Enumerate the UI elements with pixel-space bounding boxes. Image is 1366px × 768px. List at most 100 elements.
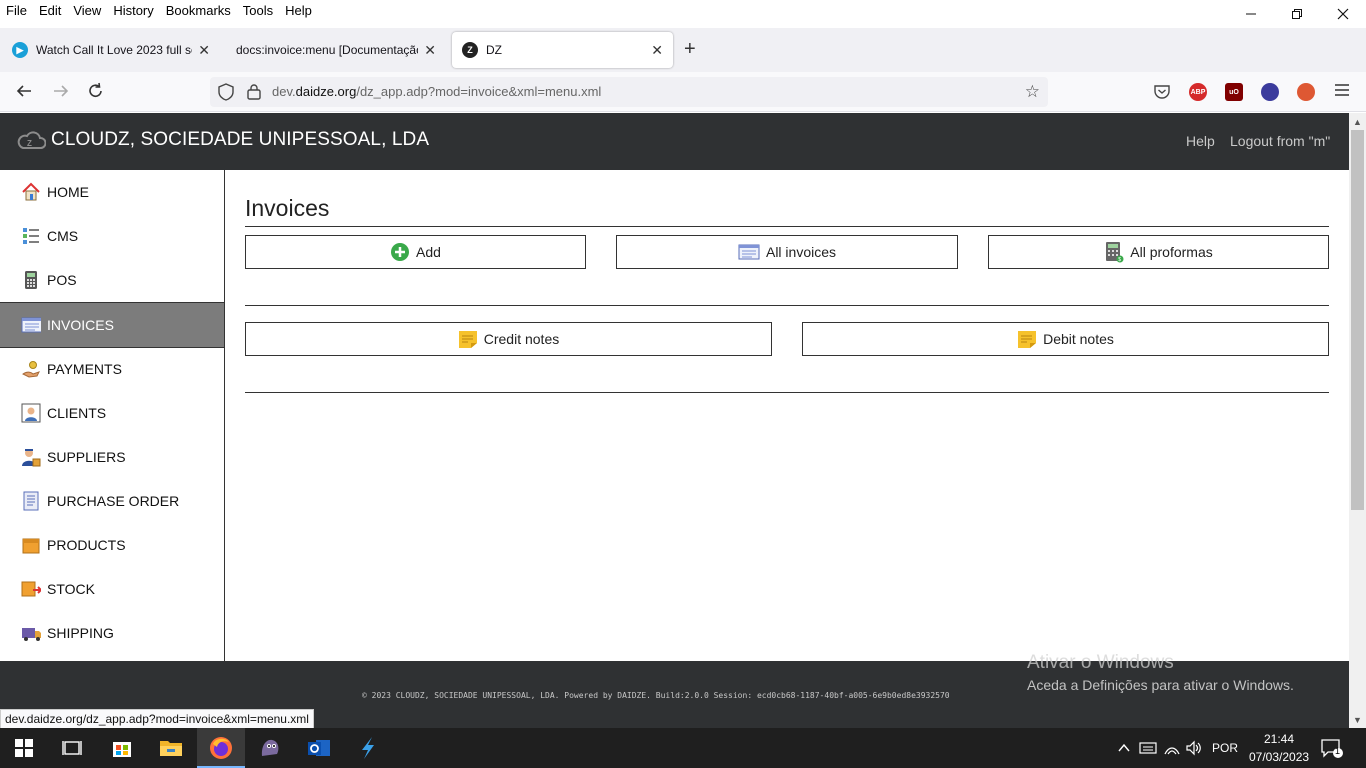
file-explorer-icon[interactable]	[159, 736, 183, 760]
menu-help[interactable]: Help	[279, 0, 318, 20]
clock-time[interactable]: 21:44	[1264, 732, 1294, 746]
clock-date[interactable]: 07/03/2023	[1249, 750, 1309, 764]
credit-notes-button[interactable]: Credit notes	[245, 322, 772, 356]
company-name[interactable]: CLOUDZ, SOCIEDADE UNIPESSOAL, LDA	[51, 129, 429, 151]
menu-view[interactable]: View	[67, 0, 107, 20]
sidebar-item-clients[interactable]: CLIENTS	[0, 391, 224, 435]
url-bar[interactable]: dev.daidze.org/dz_app.adp?mod=invoice&xm…	[210, 77, 1048, 107]
sidebar-item-suppliers[interactable]: SUPPLIERS	[0, 435, 224, 479]
restore-icon	[1292, 9, 1302, 19]
page-info-icon[interactable]	[246, 83, 262, 106]
add-circle-icon	[390, 242, 410, 262]
sidebar-item-home[interactable]: HOME	[0, 170, 224, 214]
windows-start-icon[interactable]	[12, 736, 36, 760]
bookmark-star-icon[interactable]: ☆	[1025, 82, 1040, 102]
sidebar-item-stock[interactable]: STOCK	[0, 567, 224, 611]
menu-file[interactable]: File	[0, 0, 33, 20]
divider	[245, 226, 1329, 227]
notifications-icon[interactable]	[1320, 736, 1344, 760]
sidebar-item-pos[interactable]: POS	[0, 258, 224, 302]
sidebar-item-shipping[interactable]: SHIPPING	[0, 611, 224, 655]
help-link[interactable]: Help	[1186, 133, 1215, 149]
sidebar-item-cms[interactable]: CMS	[0, 214, 224, 258]
browser-menubar: File Edit View History Bookmarks Tools H…	[0, 0, 1366, 28]
logout-link[interactable]: Logout from "m"	[1230, 133, 1330, 149]
ublock-origin-icon[interactable]: uO	[1225, 83, 1243, 101]
play-icon: ▶	[12, 42, 28, 58]
pidgin-messenger-icon[interactable]	[258, 736, 282, 760]
sidebar-item-label: SHIPPING	[47, 625, 114, 641]
client-icon	[21, 403, 41, 423]
page-title: Invoices	[245, 195, 330, 221]
forward-button[interactable]	[52, 82, 70, 105]
sidebar-item-invoices[interactable]: INVOICES	[0, 302, 224, 348]
reload-button[interactable]	[87, 82, 105, 105]
url-prefix: dev.	[272, 84, 296, 99]
sidebar-item-label: PRODUCTS	[47, 537, 126, 553]
divider	[245, 392, 1329, 393]
tracking-shield-icon[interactable]	[218, 83, 234, 106]
firefox-icon[interactable]	[209, 736, 233, 760]
tab-dz[interactable]: Z DZ ✕	[452, 32, 673, 68]
forward-arrow-icon	[54, 85, 69, 97]
note-icon	[458, 329, 478, 349]
microsoft-store-icon[interactable]	[110, 736, 134, 760]
volume-icon[interactable]	[1182, 736, 1206, 760]
invoice-icon	[21, 315, 41, 335]
tab-strip: ▶ Watch Call It Love 2023 full serie ✕ d…	[0, 28, 1366, 72]
sidebar-item-label: CMS	[47, 228, 79, 244]
sidebar-item-label: INVOICES	[47, 317, 114, 333]
scroll-up-icon[interactable]: ▲	[1349, 113, 1366, 130]
ime-keyboard-icon[interactable]	[1136, 736, 1160, 760]
new-tab-button[interactable]: +	[684, 38, 696, 61]
all-proformas-button[interactable]: $ All proformas	[988, 235, 1329, 269]
tab-close-icon[interactable]: ✕	[424, 42, 436, 59]
footer-copyright: © 2023 CLOUDZ, SOCIEDADE UNIPESSOAL, LDA…	[362, 691, 950, 700]
scroll-down-icon[interactable]: ▼	[1349, 711, 1366, 728]
tab-title: DZ	[486, 43, 502, 57]
outlook-icon[interactable]	[307, 736, 331, 760]
tab-close-icon[interactable]: ✕	[198, 42, 210, 59]
task-view-icon[interactable]	[60, 736, 84, 760]
restore-button[interactable]	[1274, 0, 1320, 28]
navigation-toolbar: dev.daidze.org/dz_app.adp?mod=invoice&xm…	[0, 72, 1366, 112]
page-scrollbar[interactable]: ▲ ▼	[1349, 113, 1366, 728]
dz-logo-icon: Z	[462, 42, 478, 58]
tray-chevron-up-icon[interactable]	[1112, 736, 1136, 760]
menu-history[interactable]: History	[107, 0, 159, 20]
debit-notes-button[interactable]: Debit notes	[802, 322, 1329, 356]
pocket-icon[interactable]	[1153, 83, 1171, 106]
minimize-icon	[1246, 13, 1256, 15]
sidebar-item-payments[interactable]: PAYMENTS	[0, 347, 224, 391]
network-wifi-icon[interactable]	[1160, 736, 1184, 760]
adblock-plus-icon[interactable]: ABP	[1189, 83, 1207, 101]
add-invoice-button[interactable]: Add	[245, 235, 586, 269]
sticky-app-icon[interactable]	[356, 736, 380, 760]
sidebar-item-products[interactable]: PRODUCTS	[0, 523, 224, 567]
tab-docs-invoice-menu[interactable]: docs:invoice:menu [Documentação ✕	[226, 32, 446, 68]
sidebar-item-purchase-order[interactable]: PURCHASE ORDER	[0, 479, 224, 523]
svg-text:Z: Z	[27, 139, 32, 148]
menu-edit[interactable]: Edit	[33, 0, 67, 20]
sidebar-item-label: SUPPLIERS	[47, 449, 126, 465]
all-invoices-button[interactable]: All invoices	[616, 235, 958, 269]
scroll-thumb[interactable]	[1351, 130, 1364, 510]
cloud-logo-icon: Z	[16, 129, 47, 156]
menu-tools[interactable]: Tools	[237, 0, 279, 20]
close-window-button[interactable]	[1320, 0, 1366, 28]
back-button[interactable]	[15, 82, 33, 105]
tab-close-icon[interactable]: ✕	[651, 42, 663, 59]
sidebar-item-label: CLIENTS	[47, 405, 107, 421]
privacy-extension-icon[interactable]	[1261, 83, 1279, 101]
language-indicator[interactable]: POR	[1212, 741, 1238, 755]
sidebar-item-label: STOCK	[47, 581, 95, 597]
minimize-button[interactable]	[1228, 0, 1274, 28]
windows-taskbar: POR 21:44 07/03/2023 1	[0, 728, 1366, 768]
product-box-icon	[21, 535, 41, 555]
tab-watch-call-it-love[interactable]: ▶ Watch Call It Love 2023 full serie ✕	[2, 32, 220, 68]
pos-terminal-icon	[21, 270, 41, 290]
duckduckgo-icon[interactable]	[1297, 83, 1315, 101]
button-label: All invoices	[765, 244, 837, 260]
menu-bookmarks[interactable]: Bookmarks	[160, 0, 237, 20]
hamburger-menu-icon[interactable]	[1334, 82, 1350, 103]
